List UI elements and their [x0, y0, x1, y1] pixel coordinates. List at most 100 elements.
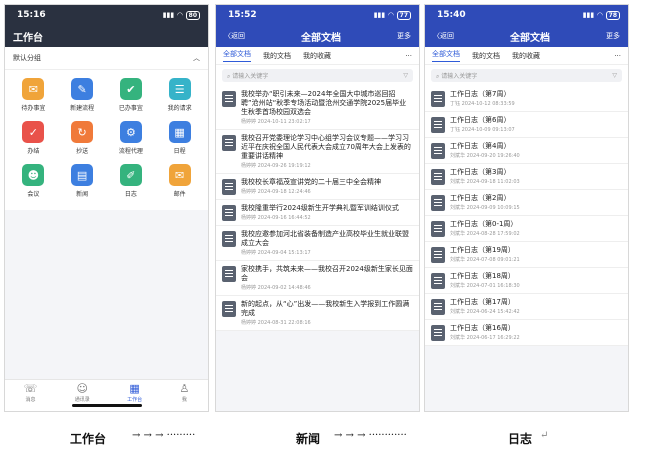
document-icon: [222, 301, 236, 317]
list-item[interactable]: 工作日志（第2周） 刘斌华 2024-09-09 10:09:15: [425, 190, 628, 216]
doc-tabs: 全部文档 我的文档 我的收藏 ···: [425, 47, 628, 65]
wifi-icon: ◠: [597, 11, 603, 19]
caption-arrows-1: → → → ·········: [132, 430, 196, 441]
item-title: 我校举办“职引未来—2024年全国大中城市巡回招聘”沧州站“秋季专场活动暨沧州交…: [241, 90, 407, 116]
log-list: 工作日志（第7周） 丁钰 2024-10-12 08:33:59 工作日志（第6周）…: [425, 86, 628, 346]
app-tile[interactable]: ✔ 已办事宜: [107, 78, 156, 112]
tab-favorites[interactable]: 我的收藏: [303, 51, 331, 61]
item-title: 我校隆重举行2024级新生开学典礼暨军训结训仪式: [241, 204, 399, 212]
proxy-icon: ⚙: [119, 121, 142, 143]
app-tile[interactable]: ✉ 待办事宜: [9, 78, 58, 112]
list-item[interactable]: 工作日志（第17周） 刘斌华 2024-06-24 15:42:42: [425, 294, 628, 320]
chevron-left-icon: 〈: [433, 32, 440, 40]
app-tile[interactable]: ↻ 抄送: [58, 121, 107, 155]
tab-message[interactable]: ☏ 消息: [24, 383, 38, 404]
todo-icon: ✉: [22, 78, 45, 100]
list-item[interactable]: 我校隆重举行2024级新生开学典礼暨军训结训仪式 杨婷婷 2024-09-16 1…: [216, 200, 419, 226]
app-tile[interactable]: ✉ 邮件: [155, 164, 204, 198]
list-item[interactable]: 工作日志（第18周） 刘斌华 2024-07-01 16:18:30: [425, 268, 628, 294]
list-item[interactable]: 工作日志（第4周） 刘斌华 2024-09-20 19:26:40: [425, 138, 628, 164]
tab-all-docs[interactable]: 全部文档: [432, 49, 460, 62]
status-bar: 15:16 ▮▮▮ ◠ 80: [5, 5, 208, 25]
item-meta: 丁钰 2024-10-12 08:33:59: [450, 101, 515, 107]
app-label: 新闻: [76, 191, 89, 198]
document-icon: [431, 91, 445, 107]
item-meta: 杨婷婷 2024-09-16 16:44:52: [241, 215, 311, 221]
list-item[interactable]: 工作日志（第0-1周） 刘斌华 2024-08-28 17:59:02: [425, 216, 628, 242]
caption-news: 新闻: [296, 432, 321, 446]
item-meta: 刘斌华 2024-09-18 11:02:03: [450, 179, 520, 185]
tab-profile[interactable]: ♙ 我: [179, 383, 189, 404]
tab-my-docs[interactable]: 我的文档: [472, 51, 500, 61]
page-title: 工作台: [13, 32, 43, 44]
app-label: 流程代理: [118, 148, 143, 155]
item-meta: 刘斌华 2024-07-08 09:01:21: [450, 257, 520, 263]
app-tile[interactable]: ☻ 会议: [9, 164, 58, 198]
item-title: 我校召开党委理论学习中心组学习会议专题——学习习近平在庆祝全国人民代表大会成立7…: [241, 134, 411, 160]
document-icon: [222, 135, 236, 151]
app-tile[interactable]: ▤ 新闻: [58, 164, 107, 198]
more-dots-icon[interactable]: ···: [405, 52, 412, 60]
list-item[interactable]: 工作日志（第7周） 丁钰 2024-10-12 08:33:59: [425, 86, 628, 112]
filter-icon[interactable]: ▽: [612, 72, 617, 79]
app-label: 办结: [27, 148, 40, 155]
list-item[interactable]: 我校举办“职引未来—2024年全国大中城市巡回招聘”沧州站“秋季专场活动暨沧州交…: [216, 86, 419, 130]
item-meta: 刘斌华 2024-06-24 15:42:42: [450, 309, 520, 315]
tab-workbench[interactable]: ▦ 工作台: [127, 383, 142, 404]
more-button[interactable]: 更多: [606, 31, 620, 41]
list-item[interactable]: 新的起点，从“心”出发——我校新生入学报到工作圆满完成 杨婷婷 2024-08-3…: [216, 296, 419, 331]
list-item[interactable]: 家校携手，共筑未来——我校召开2024级新生家长见面会 杨婷婷 2024-09-0…: [216, 261, 419, 296]
document-icon: [431, 273, 445, 289]
mail-icon: ✉: [168, 164, 191, 186]
group-header[interactable]: 默认分组 ︿: [5, 47, 208, 70]
chevron-up-icon[interactable]: ︿: [193, 53, 200, 63]
app-tile[interactable]: ✎ 新建流程: [58, 78, 107, 112]
home-indicator: [71, 404, 142, 407]
doc-tabs: 全部文档 我的文档 我的收藏 ···: [216, 47, 419, 65]
more-button[interactable]: 更多: [397, 31, 411, 41]
list-item[interactable]: 工作日志（第19周） 刘斌华 2024-07-08 09:01:21: [425, 242, 628, 268]
tab-favorites[interactable]: 我的收藏: [512, 51, 540, 61]
status-time: 15:52: [228, 10, 257, 20]
list-item[interactable]: 我校校长章福茂宣讲党的二十届三中全会精神 杨婷婷 2024-09-18 12:24…: [216, 174, 419, 200]
caption-arrows-2: → → → ············: [334, 430, 407, 441]
more-dots-icon[interactable]: ···: [614, 52, 621, 60]
app-tile[interactable]: ▦ 日程: [155, 121, 204, 155]
list-item[interactable]: 我校应邀参加河北省装备制造产业高校毕业生就业联盟成立大会 杨婷婷 2024-09-…: [216, 226, 419, 261]
new-flow-icon: ✎: [71, 78, 94, 100]
tab-contacts[interactable]: ☺ 通讯录: [74, 383, 90, 404]
app-tile[interactable]: ✐ 日志: [107, 164, 156, 198]
app-tile[interactable]: ⚙ 流程代理: [107, 121, 156, 155]
list-item[interactable]: 工作日志（第3周） 刘斌华 2024-09-18 11:02:03: [425, 164, 628, 190]
document-icon: [431, 299, 445, 315]
tab-my-docs[interactable]: 我的文档: [263, 51, 291, 61]
item-title: 家校携手，共筑未来——我校召开2024级新生家长见面会: [241, 265, 413, 282]
app-label: 我的请求: [167, 105, 192, 112]
app-tile[interactable]: ☰ 我的请求: [155, 78, 204, 112]
item-title: 我校校长章福茂宣讲党的二十届三中全会精神: [241, 178, 381, 186]
news-icon: ▤: [71, 164, 94, 186]
phone-news: 15:52 ▮▮▮ ◠ 77 〈返回 全部文档 更多 全部文档 我的文档 我的收…: [215, 4, 420, 412]
back-button[interactable]: 〈返回: [433, 31, 454, 41]
tab-label: 消息: [25, 397, 36, 403]
list-item[interactable]: 工作日志（第6周） 丁钰 2024-10-09 09:13:07: [425, 112, 628, 138]
tab-label: 通讯录: [74, 397, 90, 403]
document-icon: [431, 195, 445, 211]
signal-icon: ▮▮▮: [162, 11, 175, 19]
document-icon: [431, 169, 445, 185]
document-icon: [431, 143, 445, 159]
list-item[interactable]: 我校召开党委理论学习中心组学习会议专题——学习习近平在庆祝全国人民代表大会成立7…: [216, 130, 419, 174]
battery-icon: 78: [605, 10, 620, 20]
wifi-icon: ◠: [388, 11, 394, 19]
search-input[interactable]: ⌕ 请输入关键字 ▽: [222, 69, 413, 82]
filter-icon[interactable]: ▽: [403, 72, 408, 79]
app-label: 邮件: [173, 191, 186, 198]
app-tile[interactable]: ✓ 办结: [9, 121, 58, 155]
search-input[interactable]: ⌕ 请输入关键字 ▽: [431, 69, 622, 82]
item-title: 工作日志（第0-1周）: [450, 220, 518, 228]
back-button[interactable]: 〈返回: [224, 31, 245, 41]
app-label: 日程: [173, 148, 186, 155]
tab-all-docs[interactable]: 全部文档: [223, 49, 251, 62]
status-time: 15:16: [17, 10, 46, 20]
list-item[interactable]: 工作日志（第16周） 刘斌华 2024-06-17 16:29:22: [425, 320, 628, 346]
